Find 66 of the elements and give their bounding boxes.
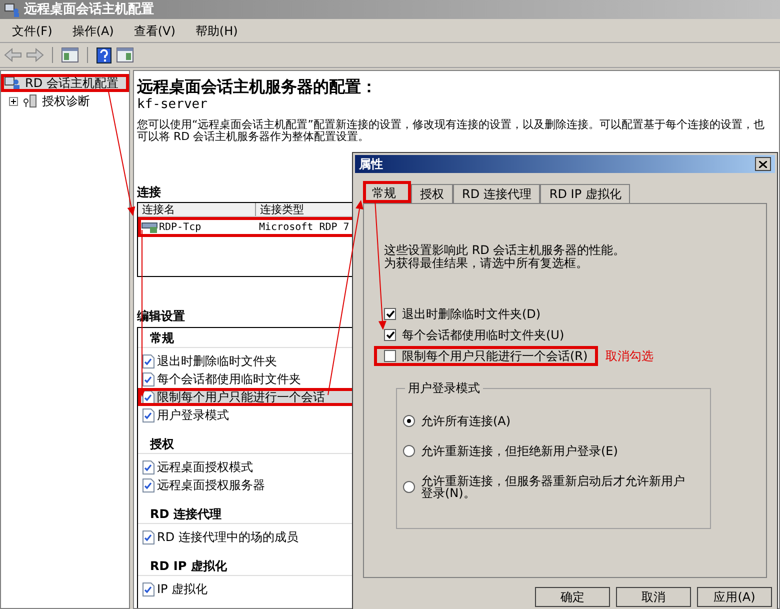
server-name: kf-server — [137, 97, 208, 113]
close-button[interactable] — [755, 157, 771, 171]
document-check-icon — [142, 460, 155, 474]
help-icon[interactable] — [96, 46, 112, 64]
section-title: 连接 — [137, 184, 161, 201]
intro-text: 为获得最佳结果，请选中所有复选框。 — [384, 257, 589, 270]
expand-icon[interactable] — [9, 96, 18, 106]
menu-item[interactable]: 帮助(H) — [187, 22, 246, 40]
tab[interactable]: 授权 — [411, 184, 453, 203]
network-adapter-icon — [141, 220, 159, 234]
setting-item[interactable]: RD 连接代理中的场的成员 — [138, 528, 362, 546]
table-cell-text: Microsoft RDP 7 — [259, 220, 350, 234]
dialog-button[interactable]: 应用(A) — [697, 587, 772, 607]
tree-pane-icon[interactable] — [61, 47, 79, 63]
menu-item[interactable]: 查看(V) — [126, 22, 184, 40]
tree-item[interactable]: 授权诊断 — [1, 92, 129, 110]
radio-option[interactable]: 允许重新连接，但拒绝新用户登录(E) — [403, 445, 704, 457]
page-heading: 远程桌面会话主机服务器的配置： — [137, 77, 377, 97]
document-check-icon — [142, 582, 155, 596]
document-check-icon — [142, 408, 155, 422]
setting-item[interactable]: IP 虚拟化 — [138, 580, 362, 598]
app-icon — [4, 2, 20, 18]
radio-option[interactable]: 允许所有连接(A) — [403, 415, 704, 427]
dialog-button[interactable]: 确定 — [535, 587, 610, 607]
tab[interactable]: RD IP 虚拟化 — [540, 184, 630, 203]
check-icon — [386, 310, 394, 318]
setting-item[interactable]: 退出时删除临时文件夹 — [138, 352, 362, 370]
setting-item[interactable]: 远程桌面授权模式 — [138, 458, 362, 476]
tree-item[interactable]: RD 会话主机配置 — [1, 74, 129, 92]
radio-button[interactable] — [403, 415, 415, 427]
check-icon — [386, 331, 394, 339]
column-header[interactable]: 连接名 — [138, 203, 256, 216]
checkbox-option[interactable]: 每个会话都使用临时文件夹(U) — [374, 325, 574, 345]
radio-option[interactable]: 允许重新连接，但服务器重新启动后才允许新用户登录(N)。 — [403, 475, 704, 499]
menu-item[interactable]: 操作(A) — [64, 22, 122, 40]
dialog-button[interactable]: 取消 — [616, 587, 691, 607]
setting-item[interactable]: 远程桌面授权服务器 — [138, 476, 362, 494]
intro-text: 这些设置影响此 RD 会话主机服务器的性能。 — [384, 244, 626, 257]
document-check-icon — [142, 478, 155, 492]
checkbox[interactable] — [384, 350, 396, 362]
document-check-icon — [142, 354, 155, 368]
document-check-icon — [142, 530, 155, 544]
radio-button[interactable] — [403, 481, 415, 493]
checkbox[interactable] — [384, 329, 396, 341]
setting-item[interactable]: 每个会话都使用临时文件夹 — [138, 370, 362, 388]
menu-item[interactable]: 文件(F) — [4, 22, 60, 40]
setting-item[interactable]: 用户登录模式 — [138, 406, 362, 424]
checkbox-option[interactable]: 退出时删除临时文件夹(D) — [374, 304, 551, 324]
table-cell-text: RDP-Tcp — [159, 220, 202, 234]
tab[interactable]: RD 连接代理 — [453, 184, 540, 203]
connection-row[interactable]: RDP-Tcp Microsoft RDP 7 — [138, 217, 361, 237]
close-icon — [759, 160, 767, 168]
radio-button[interactable] — [403, 445, 415, 457]
window-title: 远程桌面会话主机配置 — [24, 0, 154, 19]
action-pane-icon[interactable] — [116, 47, 134, 63]
document-check-icon — [142, 372, 155, 386]
document-check-icon — [142, 390, 155, 404]
server-users-icon — [4, 75, 21, 91]
group-title: 用户登录模式 — [405, 381, 483, 395]
dialog-title-bar: 属性 — [355, 155, 775, 173]
annotation-note: 取消勾选 — [606, 348, 654, 365]
tab[interactable]: 常规 — [363, 181, 411, 203]
server-icon — [22, 93, 38, 109]
checkbox[interactable] — [384, 308, 396, 320]
checkbox-option[interactable]: 限制每个用户只能进行一个会话(R) — [374, 346, 598, 366]
description-text: 您可以使用“远程桌面会话主机配置”配置新连接的设置，修改现有连接的设置，以及删除连接。可以配置基于每个连接的设置，也可以将 RD 会话主机服务器作为整体配置设置。 — [137, 119, 766, 143]
